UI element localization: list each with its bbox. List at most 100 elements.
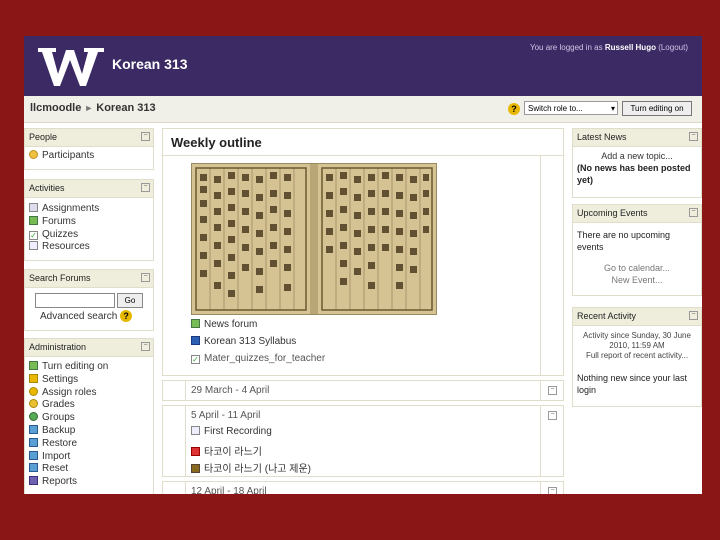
- assignment-icon: [29, 203, 38, 212]
- weekly-outline-title: Weekly outline: [171, 135, 262, 150]
- first-recording-link[interactable]: First Recording: [191, 426, 272, 437]
- new-event-link[interactable]: New Event...: [573, 274, 701, 289]
- collapse-icon[interactable]: −: [141, 342, 150, 351]
- course-content: Weekly outline News forum Korean 313 Syl…: [162, 128, 564, 494]
- file-icon: [191, 426, 200, 435]
- recent-activity-header: Recent Activity −: [573, 308, 701, 326]
- week-dates: 29 March - 4 April: [191, 385, 270, 396]
- grades-icon: [29, 399, 38, 409]
- forums-link[interactable]: Forums: [25, 215, 153, 229]
- admin-restore[interactable]: Restore: [25, 437, 153, 451]
- course-title: Korean 313: [112, 56, 188, 72]
- restore-icon: [29, 437, 38, 447]
- resource-link[interactable]: 타코이 라느기: [191, 443, 262, 458]
- roles-icon: [29, 386, 38, 396]
- week-section: 12 April - 18 April −: [162, 481, 564, 494]
- uw-logo-icon: [38, 48, 104, 86]
- logout-link[interactable]: (Logout): [656, 43, 688, 52]
- week-section: 29 March - 4 April −: [162, 380, 564, 401]
- collapse-icon[interactable]: −: [548, 487, 557, 494]
- add-topic-link[interactable]: Add a new topic...: [573, 147, 701, 162]
- assignments-link[interactable]: Assignments: [25, 203, 153, 216]
- switch-role-select[interactable]: Switch role to...: [524, 101, 618, 116]
- activities-block: Activities − Assignments Forums ✓ Quizzes …: [24, 179, 154, 261]
- collapse-icon[interactable]: −: [548, 411, 557, 420]
- search-forums-block: Search Forums − Go Advanced search ?: [24, 269, 154, 331]
- upcoming-events-header: Upcoming Events −: [573, 205, 701, 223]
- admin-backup[interactable]: Backup: [25, 424, 153, 438]
- admin-reports[interactable]: Reports: [25, 476, 153, 489]
- collapse-icon[interactable]: −: [689, 132, 698, 141]
- mater-quizzes-link[interactable]: ✓ Mater_quizzes_for_teacher: [191, 353, 325, 364]
- quiz-icon: ✓: [29, 230, 38, 240]
- user-link[interactable]: Russell Hugo: [605, 43, 656, 52]
- nothing-new-text: Nothing new since your last login: [577, 373, 688, 395]
- collapse-icon[interactable]: −: [141, 132, 150, 141]
- full-report-link[interactable]: Full report of recent activity...: [573, 351, 701, 364]
- quiz-icon: ✓: [191, 355, 200, 364]
- week-section: 5 April - 11 April − First Recording 타코이…: [162, 405, 564, 477]
- collapse-icon[interactable]: −: [141, 273, 150, 282]
- admin-import[interactable]: Import: [25, 450, 153, 464]
- collapse-icon[interactable]: −: [689, 311, 698, 320]
- administration-header: Administration −: [25, 339, 153, 357]
- help-icon[interactable]: ?: [508, 103, 520, 115]
- week-dates: 12 April - 18 April: [191, 486, 267, 494]
- reset-icon: [29, 463, 38, 473]
- participants-link[interactable]: Participants: [25, 150, 153, 163]
- people-block: People − Participants: [24, 128, 154, 170]
- quizzes-link[interactable]: ✓ Quizzes: [25, 229, 153, 242]
- no-events-text: There are no upcoming events: [577, 230, 671, 252]
- activities-block-header: Activities −: [25, 180, 153, 198]
- weekly-outline-section: Weekly outline News forum Korean 313 Syl…: [162, 128, 564, 376]
- no-news-text: (No news has been posted yet): [577, 163, 691, 185]
- syllabus-link[interactable]: Korean 313 Syllabus: [191, 336, 296, 347]
- admin-turn-editing-on[interactable]: Turn editing on: [25, 361, 153, 374]
- reports-icon: [29, 476, 38, 486]
- activity-since-text: Activity since Sunday, 30 June 2010, 11:…: [583, 331, 691, 350]
- manuscript-picture: [192, 164, 436, 314]
- people-block-header: People −: [25, 129, 153, 147]
- turn-editing-on-button[interactable]: Turn editing on: [622, 101, 692, 116]
- navigation-bar: llcmoodle ► Korean 313 ? Switch role to...…: [24, 96, 702, 123]
- resource-link[interactable]: 타코이 라느기 (나고 제운): [191, 460, 311, 475]
- administration-block: Administration − Turn editing on Settings…: [24, 338, 154, 494]
- collapse-icon[interactable]: −: [689, 208, 698, 217]
- admin-assign-roles[interactable]: Assign roles: [25, 386, 153, 400]
- search-forums-input[interactable]: [35, 293, 115, 308]
- korean-manuscript-image: [191, 163, 437, 315]
- search-go-button[interactable]: Go: [117, 293, 143, 308]
- collapse-icon[interactable]: −: [548, 386, 557, 395]
- resources-link[interactable]: Resources: [25, 241, 153, 254]
- advanced-search-link[interactable]: Advanced search ?: [40, 310, 133, 322]
- backup-icon: [29, 424, 38, 434]
- breadcrumb-separator-icon: ►: [84, 103, 94, 113]
- week-dates: 5 April - 11 April: [191, 410, 261, 421]
- edit-icon: [29, 361, 38, 370]
- go-to-calendar-link[interactable]: Go to calendar...: [573, 256, 701, 274]
- help-icon[interactable]: ?: [120, 310, 133, 322]
- import-icon: [29, 450, 38, 460]
- word-document-icon: [191, 336, 200, 345]
- latest-news-header: Latest News −: [573, 129, 701, 147]
- latest-news-block: Latest News − Add a new topic... (No news…: [572, 128, 702, 198]
- participants-icon: [29, 150, 38, 159]
- breadcrumb: llcmoodle ► Korean 313: [30, 102, 156, 114]
- breadcrumb-root-link[interactable]: llcmoodle: [30, 102, 81, 114]
- admin-groups[interactable]: Groups: [25, 412, 153, 425]
- browser-page: Korean 313 You are logged in as Russell …: [24, 36, 702, 494]
- news-forum-link[interactable]: News forum: [191, 319, 257, 330]
- upcoming-events-block: Upcoming Events − There are no upcoming e…: [572, 204, 702, 296]
- groups-icon: [29, 412, 38, 422]
- admin-settings[interactable]: Settings: [25, 373, 153, 387]
- recent-activity-block: Recent Activity − Activity since Sunday, …: [572, 307, 702, 407]
- media-icon: [191, 464, 200, 473]
- collapse-icon[interactable]: −: [141, 183, 150, 192]
- pdf-icon: [191, 447, 200, 456]
- settings-icon: [29, 373, 38, 383]
- site-header: Korean 313 You are logged in as Russell …: [24, 36, 702, 96]
- admin-reset[interactable]: Reset: [25, 463, 153, 476]
- admin-grades[interactable]: Grades: [25, 399, 153, 412]
- breadcrumb-current: Korean 313: [96, 102, 156, 114]
- login-info: You are logged in as Russell Hugo (Logou…: [529, 43, 688, 52]
